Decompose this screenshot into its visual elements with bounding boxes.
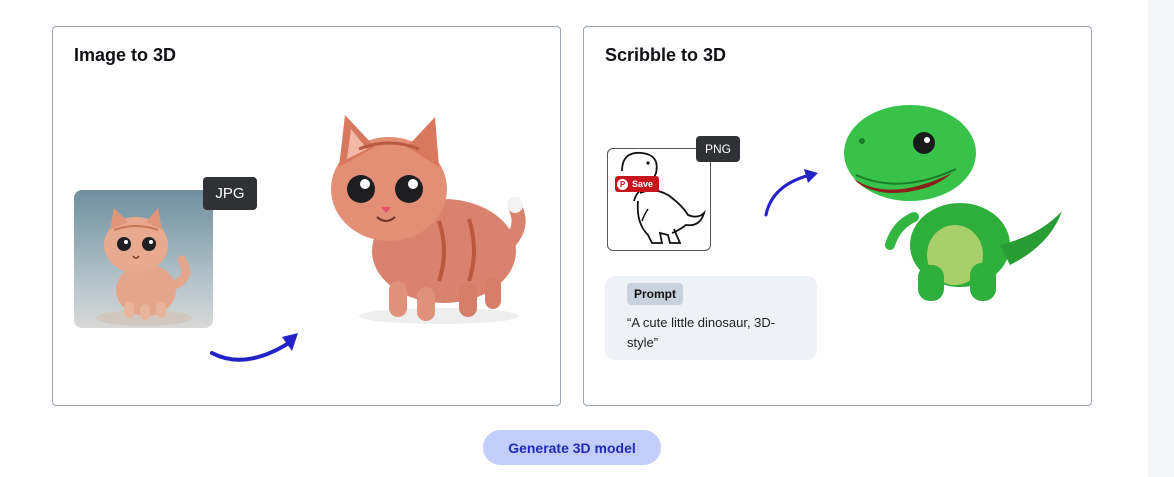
image-to-3d-card: Image to 3D JPG [52, 26, 561, 406]
dinosaur-3d-model [840, 95, 1070, 310]
prompt-label: Prompt [627, 283, 683, 305]
generate-3d-model-button[interactable]: Generate 3D model [483, 430, 661, 465]
save-button[interactable]: P Save [615, 176, 660, 192]
prompt-box: Prompt “A cute little dinosaur, 3D-style… [605, 276, 817, 360]
save-label: Save [632, 179, 654, 189]
right-scroll-gutter [1148, 0, 1174, 477]
jpg-format-tag: JPG [203, 177, 257, 210]
scribble-image: P Save [607, 148, 711, 251]
cat-photo [74, 190, 213, 328]
prompt-text: “A cute little dinosaur, 3D-style” [627, 315, 776, 350]
png-format-tag: PNG [696, 136, 740, 162]
cat-3d-model [319, 111, 534, 331]
scribble-to-3d-card: Scribble to 3D P Save PNG Prompt “A cute… [583, 26, 1092, 406]
card-title-image-to-3d: Image to 3D [74, 45, 177, 65]
curved-arrow-icon [210, 329, 302, 369]
card-title-scribble-to-3d: Scribble to 3D [605, 45, 727, 65]
curved-arrow-icon [762, 169, 820, 219]
pinterest-icon: P [617, 178, 628, 190]
